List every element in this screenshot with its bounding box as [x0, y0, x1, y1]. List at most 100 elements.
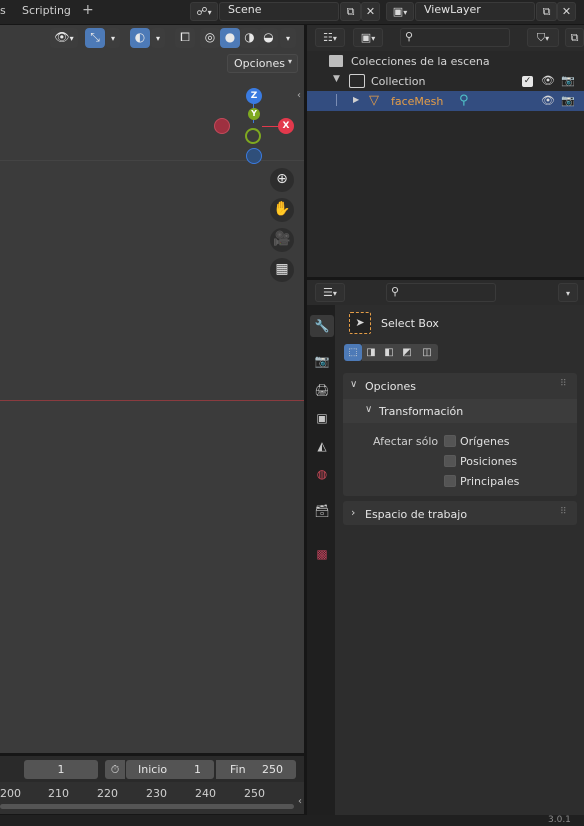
scene-collection-label[interactable]: Colecciones de la escena: [351, 55, 490, 68]
tool-tab-icon[interactable]: 🔧: [310, 315, 334, 337]
select-box-tool-icon: ➤: [349, 312, 371, 334]
visibility-toggle-button[interactable]: 👁▾: [50, 28, 78, 48]
close-viewlayer-icon[interactable]: ✕: [557, 2, 576, 21]
ruler-label: 250: [244, 787, 265, 800]
gizmo-dropdown[interactable]: ▾: [106, 28, 120, 48]
gizmo-icon: ⤡: [90, 30, 100, 44]
filter-button[interactable]: ⛉▾: [527, 28, 559, 47]
ruler-label: 210: [48, 787, 69, 800]
mesh-data-icon[interactable]: ⚲: [459, 93, 469, 108]
viewlayer-selector-button[interactable]: ▣▾: [386, 2, 414, 21]
grid-ortho-icon[interactable]: ▦: [270, 258, 294, 282]
timeline-scrollbar[interactable]: [0, 804, 294, 809]
close-scene-icon[interactable]: ✕: [361, 2, 380, 21]
chevron-down-icon: ▾: [288, 57, 293, 66]
display-mode-button[interactable]: ▣▾: [353, 28, 383, 47]
world-tab-icon[interactable]: ◍: [310, 463, 334, 485]
overlay-dropdown[interactable]: ▾: [151, 28, 165, 48]
zoom-icon[interactable]: ⊕: [270, 168, 294, 192]
new-viewlayer-icon[interactable]: ⧉: [536, 2, 557, 21]
stopwatch-icon[interactable]: ⏱: [105, 760, 125, 779]
eye-icon[interactable]: 👁: [541, 74, 555, 87]
new-scene-icon[interactable]: ⧉: [340, 2, 361, 21]
texture-tab-icon[interactable]: ▩: [310, 543, 334, 565]
workspace-tab-scripting[interactable]: Scripting: [22, 4, 71, 17]
gizmo-toggle-button[interactable]: ⤡: [85, 28, 105, 48]
output-tab-icon[interactable]: 🖨: [310, 379, 334, 401]
origins-label[interactable]: Orígenes: [460, 435, 509, 448]
options-dropdown[interactable]: Opciones ▾: [227, 54, 298, 73]
render-tab-icon[interactable]: 📷: [310, 350, 334, 372]
chevron-down-icon: ▾: [110, 34, 115, 43]
overlay-toggle-button[interactable]: ◐: [130, 28, 150, 48]
camera-render-icon[interactable]: 📷: [561, 74, 575, 87]
z-axis-button[interactable]: Z: [246, 88, 262, 104]
parents-label[interactable]: Principales: [460, 475, 519, 488]
shading-wireframe-button[interactable]: ◎: [200, 28, 220, 48]
drag-handle-icon[interactable]: ⠿: [560, 379, 567, 389]
x-axis-button[interactable]: X: [278, 118, 294, 134]
add-workspace-button[interactable]: +: [82, 2, 94, 18]
properties-search-input[interactable]: ⚲: [386, 283, 496, 302]
positions-label[interactable]: Posiciones: [460, 455, 517, 468]
neg-x-axis-button[interactable]: [214, 118, 230, 134]
chevron-right-icon: ›: [351, 506, 356, 519]
properties-options-dropdown[interactable]: ▾: [558, 283, 578, 302]
shading-rendered-button[interactable]: ◒: [259, 28, 278, 48]
y-axis-button[interactable]: Y: [248, 108, 260, 120]
chevron-down-icon: ▾: [207, 8, 212, 17]
neg-z-axis-button[interactable]: [246, 148, 262, 164]
camera-render-icon[interactable]: 📷: [561, 94, 575, 107]
collection-tab-icon[interactable]: 🗃: [310, 500, 334, 522]
neg-y-axis-button[interactable]: [245, 128, 261, 144]
solid-sphere-icon: ●: [224, 30, 236, 44]
shading-dropdown[interactable]: ▾: [280, 28, 296, 48]
object-label[interactable]: faceMesh: [391, 95, 443, 108]
workspace-panel-title[interactable]: Espacio de trabajo: [365, 508, 467, 521]
drag-handle-icon[interactable]: ⠿: [560, 507, 567, 517]
editor-type-button[interactable]: ☷▾: [315, 28, 345, 47]
viewlayer-icon: ▣: [392, 5, 404, 18]
end-value: 250: [262, 763, 283, 776]
collection-checkbox[interactable]: ✓: [522, 76, 533, 87]
options-label: Opciones: [234, 57, 285, 70]
xray-toggle-button[interactable]: ⧠: [175, 28, 195, 48]
scene-tab-icon[interactable]: ◭: [310, 435, 334, 457]
scene-name-text: Scene: [228, 3, 262, 16]
shading-material-button[interactable]: ◑: [240, 28, 259, 48]
mode-extend-icon[interactable]: ◨: [362, 344, 380, 361]
shading-solid-button[interactable]: ●: [220, 28, 240, 48]
origins-checkbox[interactable]: [444, 435, 456, 447]
tool-name-label: Select Box: [381, 317, 439, 330]
end-label: Fin: [230, 763, 246, 776]
mode-intersect-icon[interactable]: ◫: [416, 344, 438, 361]
start-frame-field[interactable]: Inicio 1: [126, 760, 214, 779]
chevron-left-icon[interactable]: ‹: [298, 796, 302, 807]
chevron-down-icon: ▾: [371, 34, 376, 43]
chevron-down-icon: ∨: [365, 404, 373, 415]
collection-expand-icon[interactable]: ▼: [333, 74, 340, 84]
pan-hand-icon[interactable]: ✋: [270, 198, 294, 222]
view-layer-tab-icon[interactable]: ▣: [310, 407, 334, 429]
options-panel-title[interactable]: Opciones: [365, 380, 416, 393]
camera-icon[interactable]: 🎥: [270, 228, 294, 252]
current-frame-field[interactable]: 1: [24, 760, 98, 779]
parents-checkbox[interactable]: [444, 475, 456, 487]
viewlayer-name-text: ViewLayer: [424, 3, 481, 16]
positions-checkbox[interactable]: [444, 455, 456, 467]
end-frame-field[interactable]: Fin 250: [216, 760, 296, 779]
mode-subtract-icon[interactable]: ◧: [380, 344, 398, 361]
object-expand-icon[interactable]: ▶: [353, 95, 359, 104]
mode-difference-icon[interactable]: ◩: [398, 344, 416, 361]
chevron-down-icon[interactable]: ∨: [350, 379, 357, 390]
eye-icon[interactable]: 👁: [541, 94, 555, 107]
mode-new-icon[interactable]: ⬚: [344, 344, 362, 361]
sidebar-toggle-icon[interactable]: ‹: [297, 90, 301, 101]
scene-selector-button[interactable]: ☍▾: [190, 2, 218, 21]
outliner-search-input[interactable]: ⚲: [400, 28, 510, 47]
ruler-label: 230: [146, 787, 167, 800]
workspace-tab-partial[interactable]: s: [0, 4, 6, 17]
properties-editor-type-button[interactable]: ☰▾: [315, 283, 345, 302]
collection-label[interactable]: Collection: [371, 75, 425, 88]
new-collection-icon[interactable]: ⧉: [565, 28, 584, 47]
